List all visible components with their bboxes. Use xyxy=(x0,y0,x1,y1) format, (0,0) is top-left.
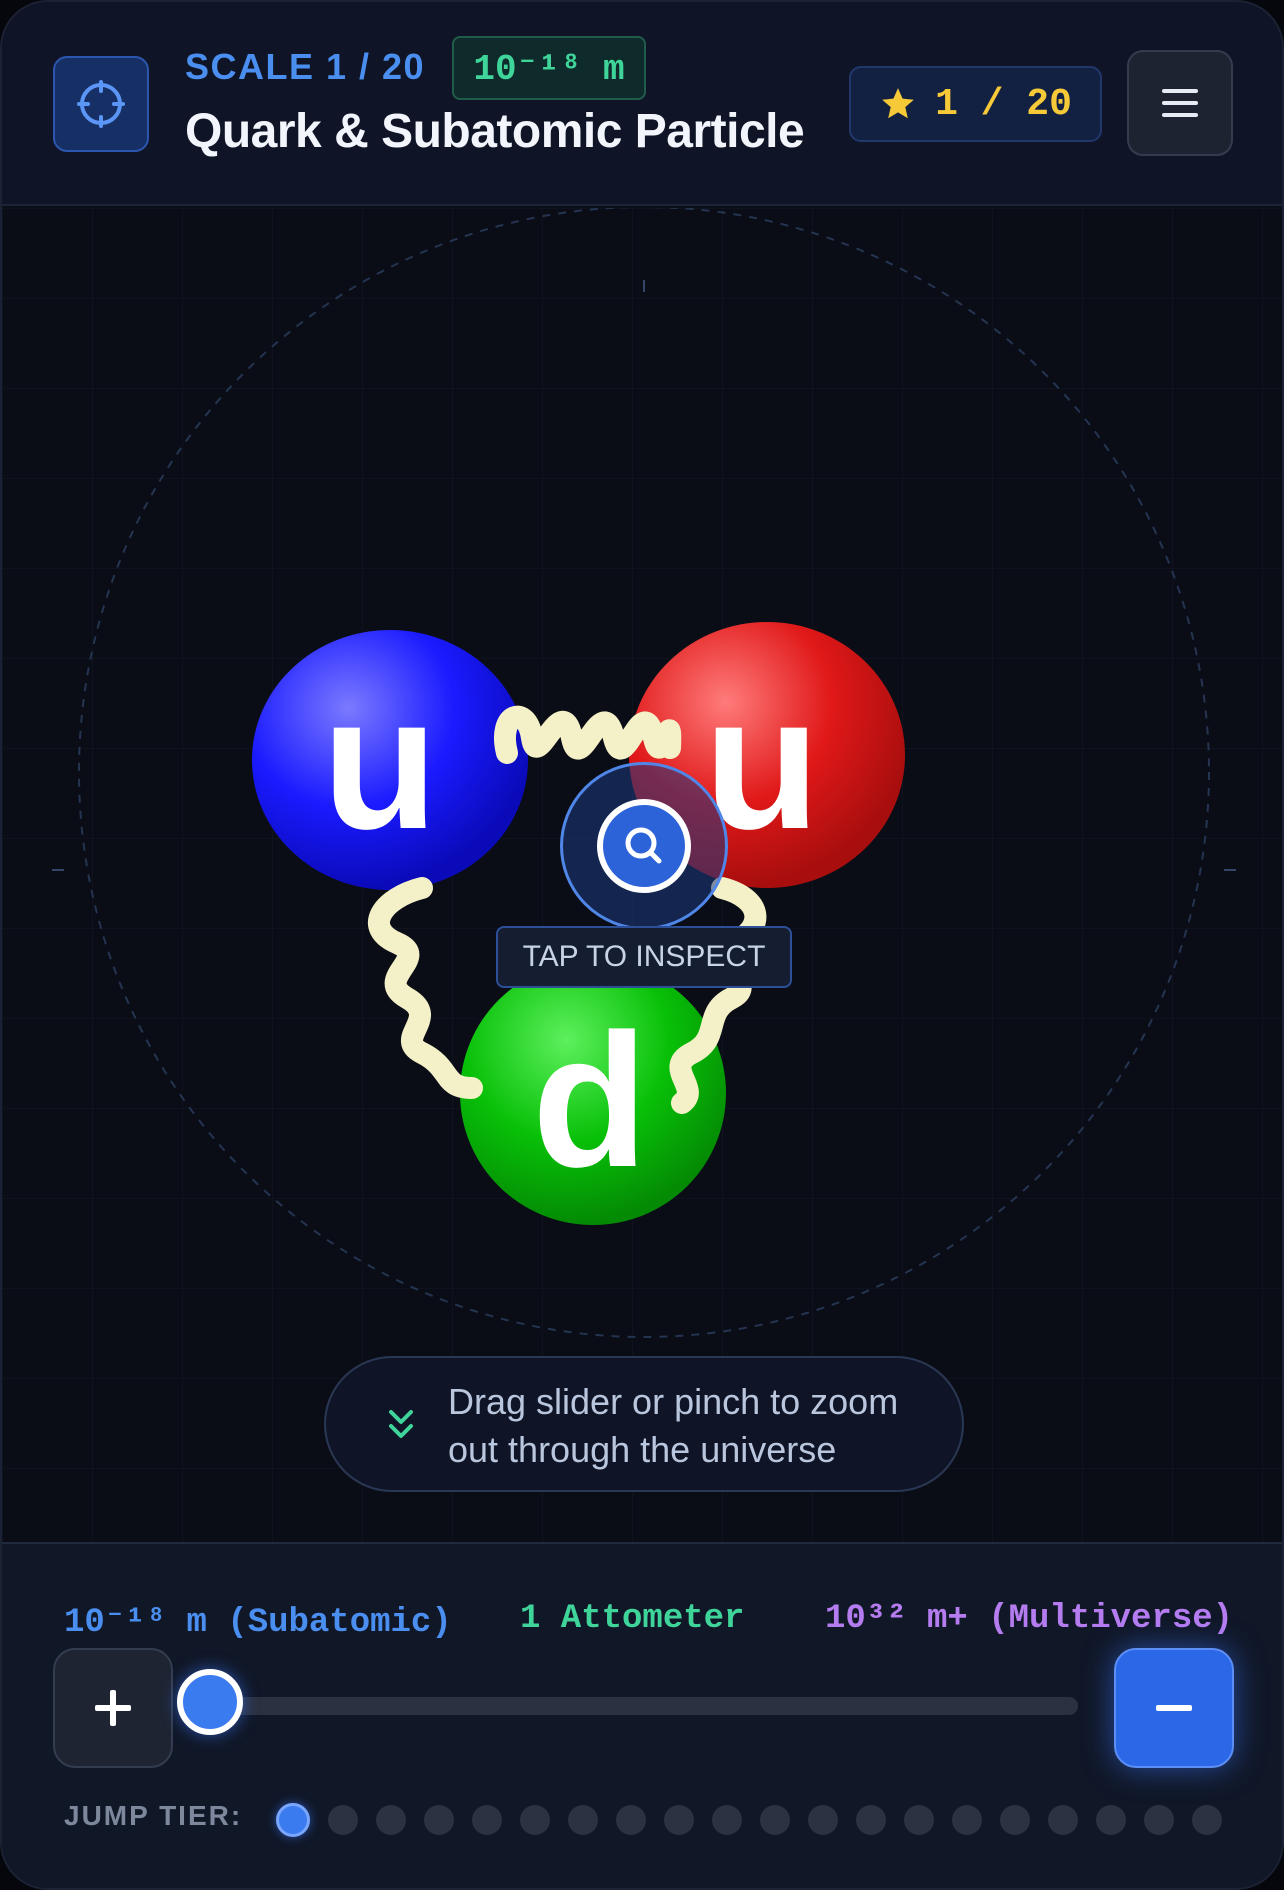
gluon-top xyxy=(494,705,682,764)
zoom-in-button[interactable] xyxy=(53,1648,173,1768)
magnifier-icon xyxy=(625,827,662,864)
page-title: Quark & Subatomic Particle xyxy=(185,105,805,158)
gluon-left xyxy=(368,877,483,1099)
tier-dot-12[interactable] xyxy=(808,1805,838,1835)
tier-dot-2[interactable] xyxy=(328,1805,358,1835)
tier-dots xyxy=(276,1803,1226,1837)
tier-dot-14[interactable] xyxy=(904,1805,934,1835)
tier-dot-6[interactable] xyxy=(520,1805,550,1835)
quark-label-blue: u xyxy=(322,657,438,869)
inspect-button[interactable] xyxy=(560,762,728,930)
exponent-badge: 10⁻¹⁸ m xyxy=(452,36,646,100)
tier-dot-17[interactable] xyxy=(1048,1805,1078,1835)
tier-dot-20[interactable] xyxy=(1192,1805,1222,1835)
range-min-label: 10⁻¹⁸ m (Subatomic) xyxy=(64,1604,452,1642)
inspect-label[interactable]: TAP TO INSPECT xyxy=(496,926,792,988)
tier-dot-10[interactable] xyxy=(712,1805,742,1835)
range-current-label: 1 Attometer xyxy=(520,1600,745,1638)
quark-label-green: d xyxy=(532,995,648,1207)
tier-dot-19[interactable] xyxy=(1144,1805,1174,1835)
menu-button[interactable] xyxy=(1127,50,1233,156)
universe-viewport[interactable]: u u d TAP TO INSPECT Drag slider or pinc… xyxy=(2,208,1282,1542)
plus-icon xyxy=(95,1690,131,1726)
minus-icon xyxy=(1156,1705,1192,1711)
scale-label: SCALE 1 / 20 xyxy=(185,46,426,87)
star-icon xyxy=(882,88,914,119)
tier-dot-8[interactable] xyxy=(616,1805,646,1835)
chevron-double-down-icon xyxy=(389,1410,413,1438)
zoom-out-button[interactable] xyxy=(1114,1648,1234,1768)
tier-dot-18[interactable] xyxy=(1096,1805,1126,1835)
hamburger-menu-icon xyxy=(1162,89,1198,117)
zoom-slider-thumb[interactable] xyxy=(177,1669,243,1735)
tier-dot-9[interactable] xyxy=(664,1805,694,1835)
locate-button[interactable] xyxy=(53,56,149,152)
jump-tier-label: JUMP TIER: xyxy=(64,1800,243,1831)
range-max-label: 10³² m+ (Multiverse) xyxy=(825,1600,1234,1638)
zoom-hint: Drag slider or pinch to zoom out through… xyxy=(324,1356,964,1492)
tier-dot-15[interactable] xyxy=(952,1805,982,1835)
tier-dot-13[interactable] xyxy=(856,1805,886,1835)
tier-dot-11[interactable] xyxy=(760,1805,790,1835)
progress-badge[interactable]: 1 / 20 xyxy=(849,66,1102,142)
crosshair-icon xyxy=(77,80,125,128)
zoom-controls: 10⁻¹⁸ m (Subatomic) 1 Attometer 10³² m+ … xyxy=(2,1542,1282,1888)
tier-dot-4[interactable] xyxy=(424,1805,454,1835)
hint-text: Drag slider or pinch to zoom out through… xyxy=(448,1381,899,1470)
tier-dot-16[interactable] xyxy=(1000,1805,1030,1835)
inspect-button-core xyxy=(597,799,691,893)
zoom-slider-track[interactable] xyxy=(177,1669,1078,1735)
tier-dot-5[interactable] xyxy=(472,1805,502,1835)
app-frame: SCALE 1 / 20 10⁻¹⁸ m Quark & Subatomic P… xyxy=(0,0,1284,1890)
tier-dot-7[interactable] xyxy=(568,1805,598,1835)
header: SCALE 1 / 20 10⁻¹⁸ m Quark & Subatomic P… xyxy=(2,2,1282,206)
tier-dot-1[interactable] xyxy=(276,1803,310,1837)
progress-count: 1 / 20 xyxy=(935,82,1072,126)
tier-dot-3[interactable] xyxy=(376,1805,406,1835)
